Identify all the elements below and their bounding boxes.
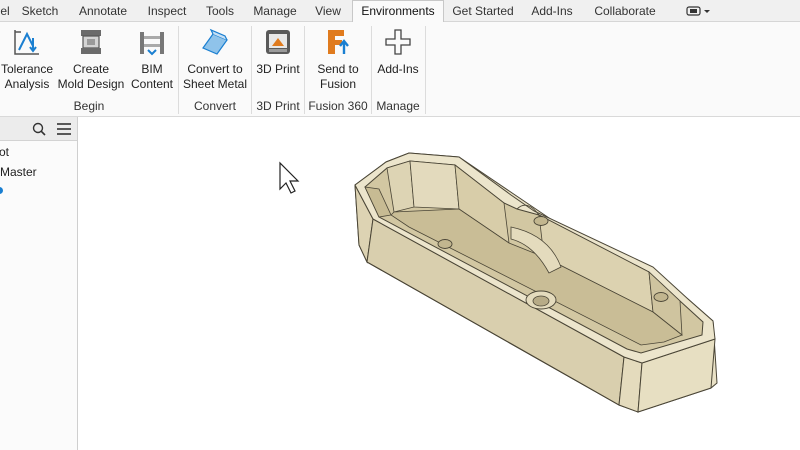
send-to-fusion-label: Send to Fusion	[317, 62, 359, 91]
tab-sketch[interactable]: Sketch	[18, 0, 62, 22]
model-browser-panel: ot Master	[0, 117, 78, 450]
bim-content-label: BIM Content	[130, 62, 174, 91]
tab-environments[interactable]: Environments	[352, 0, 444, 23]
add-ins-label: Add-Ins	[377, 62, 419, 76]
ribbon-tab-bar: el Sketch Annotate Inspect Tools Manage …	[0, 0, 800, 23]
pocket-wall	[409, 160, 460, 210]
group-label-fusion-360: Fusion 360	[308, 99, 368, 113]
ribbon-panel: Tolerance Analysis Create Mold Design BI…	[0, 22, 800, 117]
tab-view[interactable]: View	[310, 0, 346, 22]
search-icon[interactable]	[32, 122, 46, 136]
3d-print-button[interactable]: 3D Print	[253, 24, 303, 94]
mouse-cursor-icon	[279, 161, 300, 194]
tab-annotate[interactable]: Annotate	[74, 0, 132, 22]
menu-icon[interactable]	[57, 123, 71, 135]
tab-add-ins[interactable]: Add-Ins	[526, 0, 578, 22]
group-label-begin: Begin	[73, 99, 105, 113]
create-mold-design-label: Create Mold Design	[57, 62, 125, 91]
counterbore-hole	[532, 295, 550, 307]
tab-model[interactable]: el	[0, 0, 12, 22]
tolerance-analysis-button[interactable]: Tolerance Analysis	[0, 24, 54, 94]
browser-item[interactable]: ot	[0, 145, 9, 159]
create-mold-design-button[interactable]: Create Mold Design	[56, 24, 126, 94]
send-to-fusion-icon	[328, 30, 349, 54]
sheet-metal-icon	[202, 28, 228, 55]
convert-to-sheet-metal-button[interactable]: Convert to Sheet Metal	[181, 24, 249, 94]
group-separator	[425, 26, 426, 114]
display-options-dropdown[interactable]	[686, 4, 712, 18]
add-ins-button[interactable]: Add-Ins	[374, 24, 422, 94]
group-label-3d-print: 3D Print	[256, 99, 300, 113]
browser-item[interactable]: Master	[0, 165, 37, 179]
group-label-convert: Convert	[193, 99, 237, 113]
end-of-part-marker-icon[interactable]	[0, 187, 3, 194]
group-label-manage: Manage	[376, 99, 420, 113]
bim-content-button[interactable]: BIM Content	[128, 24, 176, 94]
window-dropdown-icon	[686, 6, 710, 16]
tab-get-started[interactable]: Get Started	[450, 0, 516, 22]
3d-print-icon	[266, 30, 290, 54]
tolerance-analysis-icon	[14, 30, 39, 55]
mounting-hole	[533, 216, 549, 226]
tab-inspect[interactable]: Inspect	[142, 0, 192, 22]
mold-design-icon	[81, 30, 101, 54]
mounting-hole	[653, 292, 669, 302]
tolerance-analysis-label: Tolerance Analysis	[0, 62, 54, 91]
tab-collaborate[interactable]: Collaborate	[590, 0, 660, 22]
bim-content-icon	[140, 32, 164, 56]
part-model-3d	[279, 152, 718, 413]
tab-tools[interactable]: Tools	[200, 0, 240, 22]
browser-header	[0, 117, 77, 141]
3d-print-label: 3D Print	[256, 62, 300, 76]
graphics-viewport[interactable]	[79, 117, 800, 450]
tab-manage[interactable]: Manage	[248, 0, 302, 22]
send-to-fusion-button[interactable]: Send to Fusion	[307, 24, 369, 94]
convert-to-sheet-metal-label: Convert to Sheet Metal	[182, 62, 248, 91]
mounting-hole	[437, 239, 453, 249]
add-ins-icon	[385, 29, 411, 55]
